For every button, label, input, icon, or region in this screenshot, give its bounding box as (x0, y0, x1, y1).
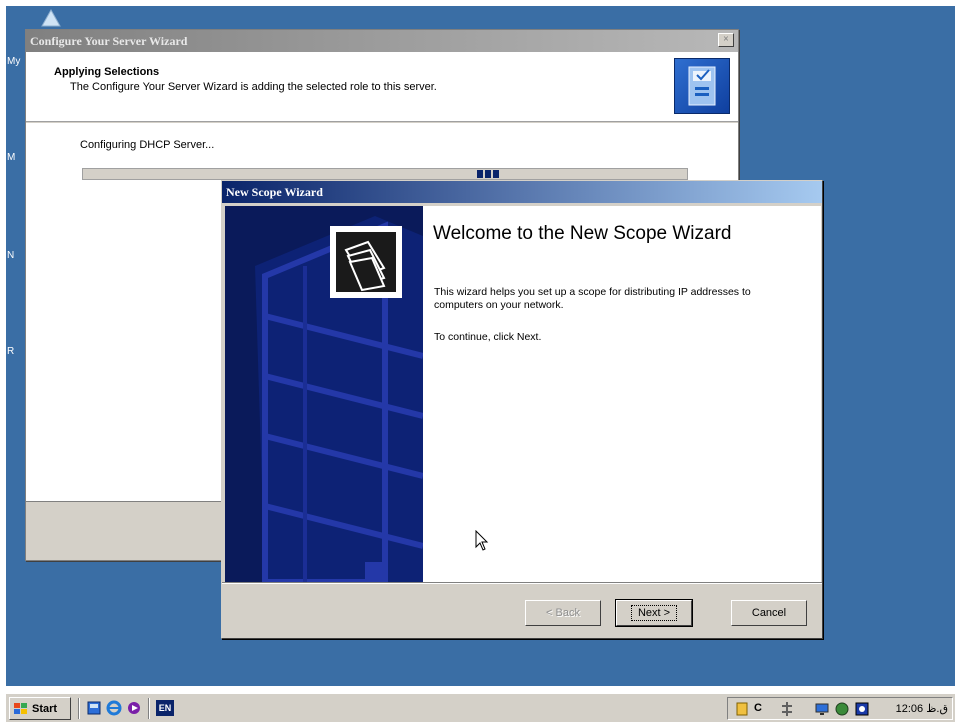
desktop-icon-label-3[interactable]: N (7, 250, 14, 261)
wizard-button-bar: < Back Next > Cancel (222, 582, 822, 638)
configure-wizard-titlebar[interactable]: Configure Your Server Wizard × (26, 30, 738, 52)
cancel-button-label: Cancel (751, 607, 787, 619)
start-button[interactable]: Start (9, 697, 71, 720)
progress-chunk-1 (477, 170, 483, 178)
continue-instruction: To continue, click Next. (434, 331, 542, 343)
progress-chunk-2 (485, 170, 491, 178)
desktop-icon-label-2[interactable]: M (7, 152, 15, 163)
welcome-heading: Welcome to the New Scope Wizard (433, 223, 732, 244)
applying-selections-subheading: The Configure Your Server Wizard is addi… (70, 81, 437, 93)
wizard-banner-image (225, 206, 423, 582)
configure-progress-bar (82, 168, 688, 180)
back-button-label: < Back (546, 607, 580, 619)
system-tray: C 12:06 ق.ظ (727, 697, 953, 720)
applying-selections-heading: Applying Selections (54, 66, 160, 78)
internet-explorer-icon[interactable] (106, 700, 122, 716)
wizard-description: This wizard helps you set up a scope for… (434, 286, 751, 311)
start-label: Start (32, 702, 58, 715)
server-wizard-logo-icon (674, 58, 730, 114)
configure-wizard-header: Applying Selections The Configure Your S… (26, 52, 738, 122)
next-button[interactable]: Next > (615, 599, 693, 627)
new-scope-wizard-window: New Scope Wizard Welcome to the New Scop… (221, 180, 823, 639)
wizard-content-pane: Welcome to the New Scope Wizard This wiz… (423, 206, 821, 582)
desktop-icon-label-4[interactable]: R (7, 346, 14, 357)
tray-text[interactable]: C (754, 702, 762, 714)
windows-logo-icon (14, 702, 27, 714)
shield-icon[interactable] (854, 701, 870, 717)
clock[interactable]: 12:06 ق.ظ (896, 702, 948, 715)
network-icon[interactable] (780, 701, 794, 717)
desktop-icon-label-1[interactable]: My (7, 56, 20, 67)
back-button[interactable]: < Back (525, 600, 601, 626)
media-player-icon[interactable] (126, 700, 142, 716)
taskbar: Start EN C 12:06 ق.ظ (6, 693, 955, 722)
next-button-label: Next > (630, 605, 678, 621)
close-button[interactable]: × (718, 33, 734, 47)
language-indicator[interactable]: EN (156, 700, 174, 716)
configure-wizard-title: Configure Your Server Wizard (30, 34, 188, 48)
security-icon[interactable] (834, 701, 850, 717)
new-scope-wizard-titlebar[interactable]: New Scope Wizard (222, 181, 822, 203)
monitor-icon[interactable] (814, 701, 830, 717)
server-manager-icon[interactable] (86, 700, 102, 716)
cancel-button[interactable]: Cancel (731, 600, 807, 626)
taskbar-separator (148, 698, 150, 719)
my-computer-icon[interactable] (36, 6, 66, 28)
scope-folders-icon (330, 226, 402, 298)
mouse-cursor-icon (475, 530, 489, 551)
new-scope-wizard-title: New Scope Wizard (226, 185, 323, 199)
tray-app-icon[interactable] (734, 701, 750, 717)
taskbar-separator (78, 698, 80, 719)
close-icon: × (723, 34, 729, 45)
progress-chunk-3 (493, 170, 499, 178)
language-code: EN (158, 703, 172, 713)
configuring-status-text: Configuring DHCP Server... (80, 139, 215, 151)
